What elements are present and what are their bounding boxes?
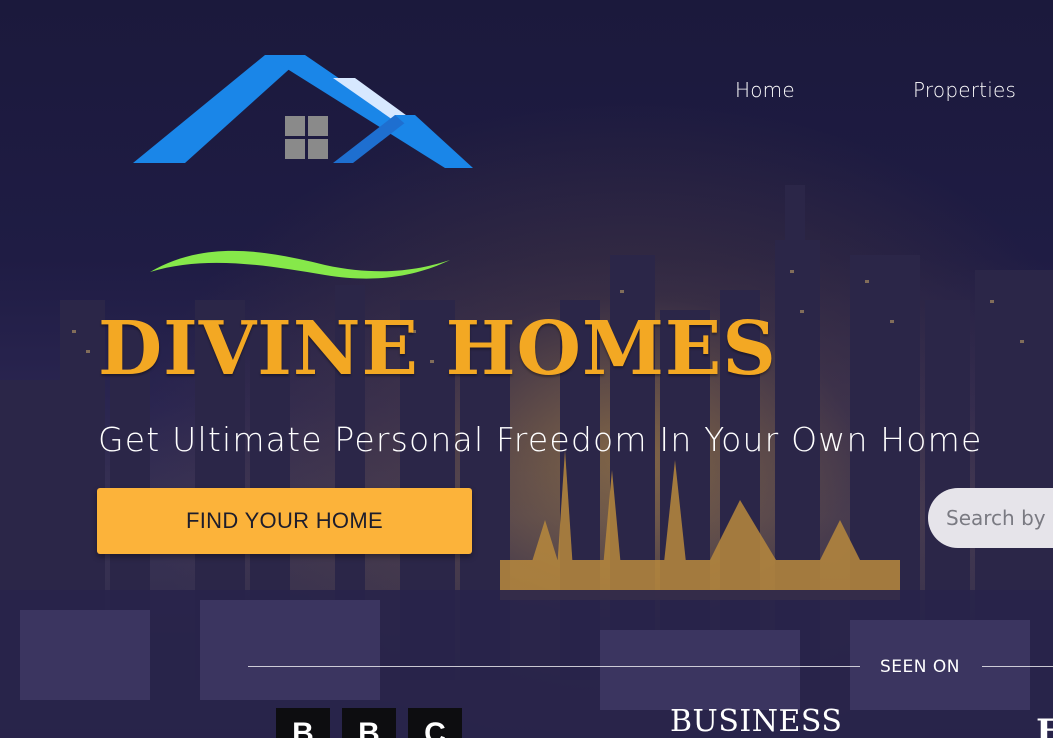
brand-title: DIVINE HOMES bbox=[98, 306, 777, 392]
hero-section: Home Properties DIVINE HOMES Get Ultimat… bbox=[0, 0, 1053, 738]
hero-tagline: Get Ultimate Personal Freedom In Your Ow… bbox=[98, 420, 983, 459]
search-input[interactable] bbox=[928, 488, 1053, 548]
seen-on-divider-left bbox=[248, 666, 860, 667]
bbc-logo-letter-c: C bbox=[408, 708, 462, 738]
bbc-logo-letter-b1: B bbox=[276, 708, 330, 738]
seen-on-divider-right bbox=[982, 666, 1053, 667]
find-your-home-button[interactable]: FIND YOUR HOME bbox=[97, 488, 472, 554]
partial-press-logo: F bbox=[1036, 712, 1053, 738]
seen-on-label: SEEN ON bbox=[880, 657, 960, 677]
nav-home-link[interactable]: Home bbox=[735, 78, 795, 102]
main-nav: Home Properties bbox=[0, 78, 1053, 108]
nav-properties-link[interactable]: Properties bbox=[913, 78, 1016, 102]
business-insider-logo: BUSINESS bbox=[670, 704, 843, 738]
bbc-logo-letter-b2: B bbox=[342, 708, 396, 738]
window-icon bbox=[285, 116, 328, 159]
